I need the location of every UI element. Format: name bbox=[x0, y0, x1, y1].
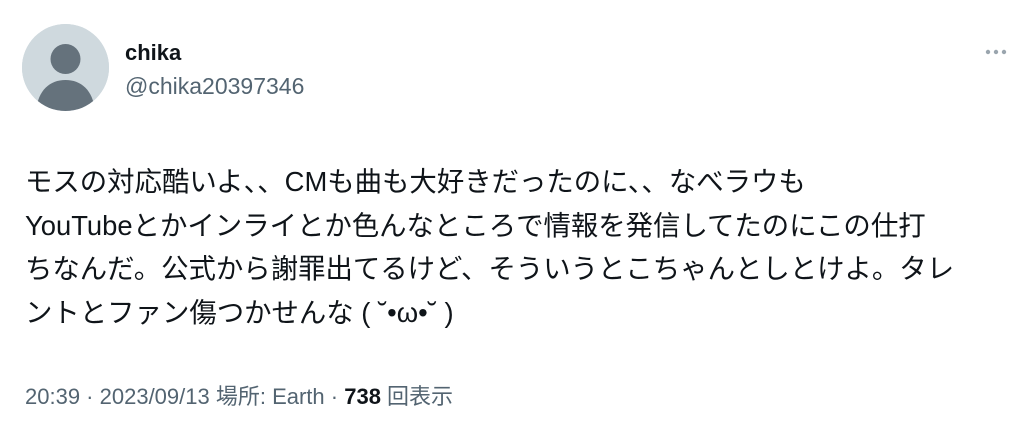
views-count: 738 bbox=[344, 384, 381, 409]
meta-separator: · bbox=[80, 384, 100, 409]
more-options-button[interactable] bbox=[978, 40, 1014, 64]
user-display-name[interactable]: chika bbox=[125, 40, 181, 66]
tweet-text: モスの対応酷いよ、、CMも曲も大好きだったのに、、なべラウも YouTubeとか… bbox=[25, 160, 1010, 334]
tweet-location: 場所: Earth bbox=[209, 384, 325, 409]
views-label: 回表示 bbox=[380, 384, 454, 409]
tweet-text-line: YouTubeとかインライとか色んなところで情報を発信してたのにこの仕打 bbox=[25, 209, 926, 241]
meta-separator: · bbox=[324, 384, 345, 409]
avatar[interactable] bbox=[22, 24, 109, 111]
tweet-time-link[interactable]: 20:39 bbox=[25, 384, 80, 409]
ellipsis-icon bbox=[985, 49, 1007, 55]
tweet-date-link[interactable]: 2023/09/13 bbox=[100, 384, 210, 409]
tweet: chika @chika20397346 モスの対応酷いよ、、CMも曲も大好きだ… bbox=[0, 0, 1024, 432]
default-avatar-icon bbox=[22, 24, 109, 111]
user-handle[interactable]: @chika20397346 bbox=[125, 72, 304, 100]
tweet-text-line: ントとファン傷つかせんな ( ˘•ω•˘ ) bbox=[25, 296, 454, 328]
tweet-text-line: ちなんだ。公式から謝罪出てるけど、そういうとこちゃんとしとけよ。タレ bbox=[25, 253, 955, 284]
tweet-meta: 20:39 · 2023/09/13 場所: Earth · 738 回表示 bbox=[25, 382, 453, 412]
tweet-text-line: モスの対応酷いよ、、CMも曲も大好きだったのに、、なべラウも bbox=[25, 166, 806, 197]
